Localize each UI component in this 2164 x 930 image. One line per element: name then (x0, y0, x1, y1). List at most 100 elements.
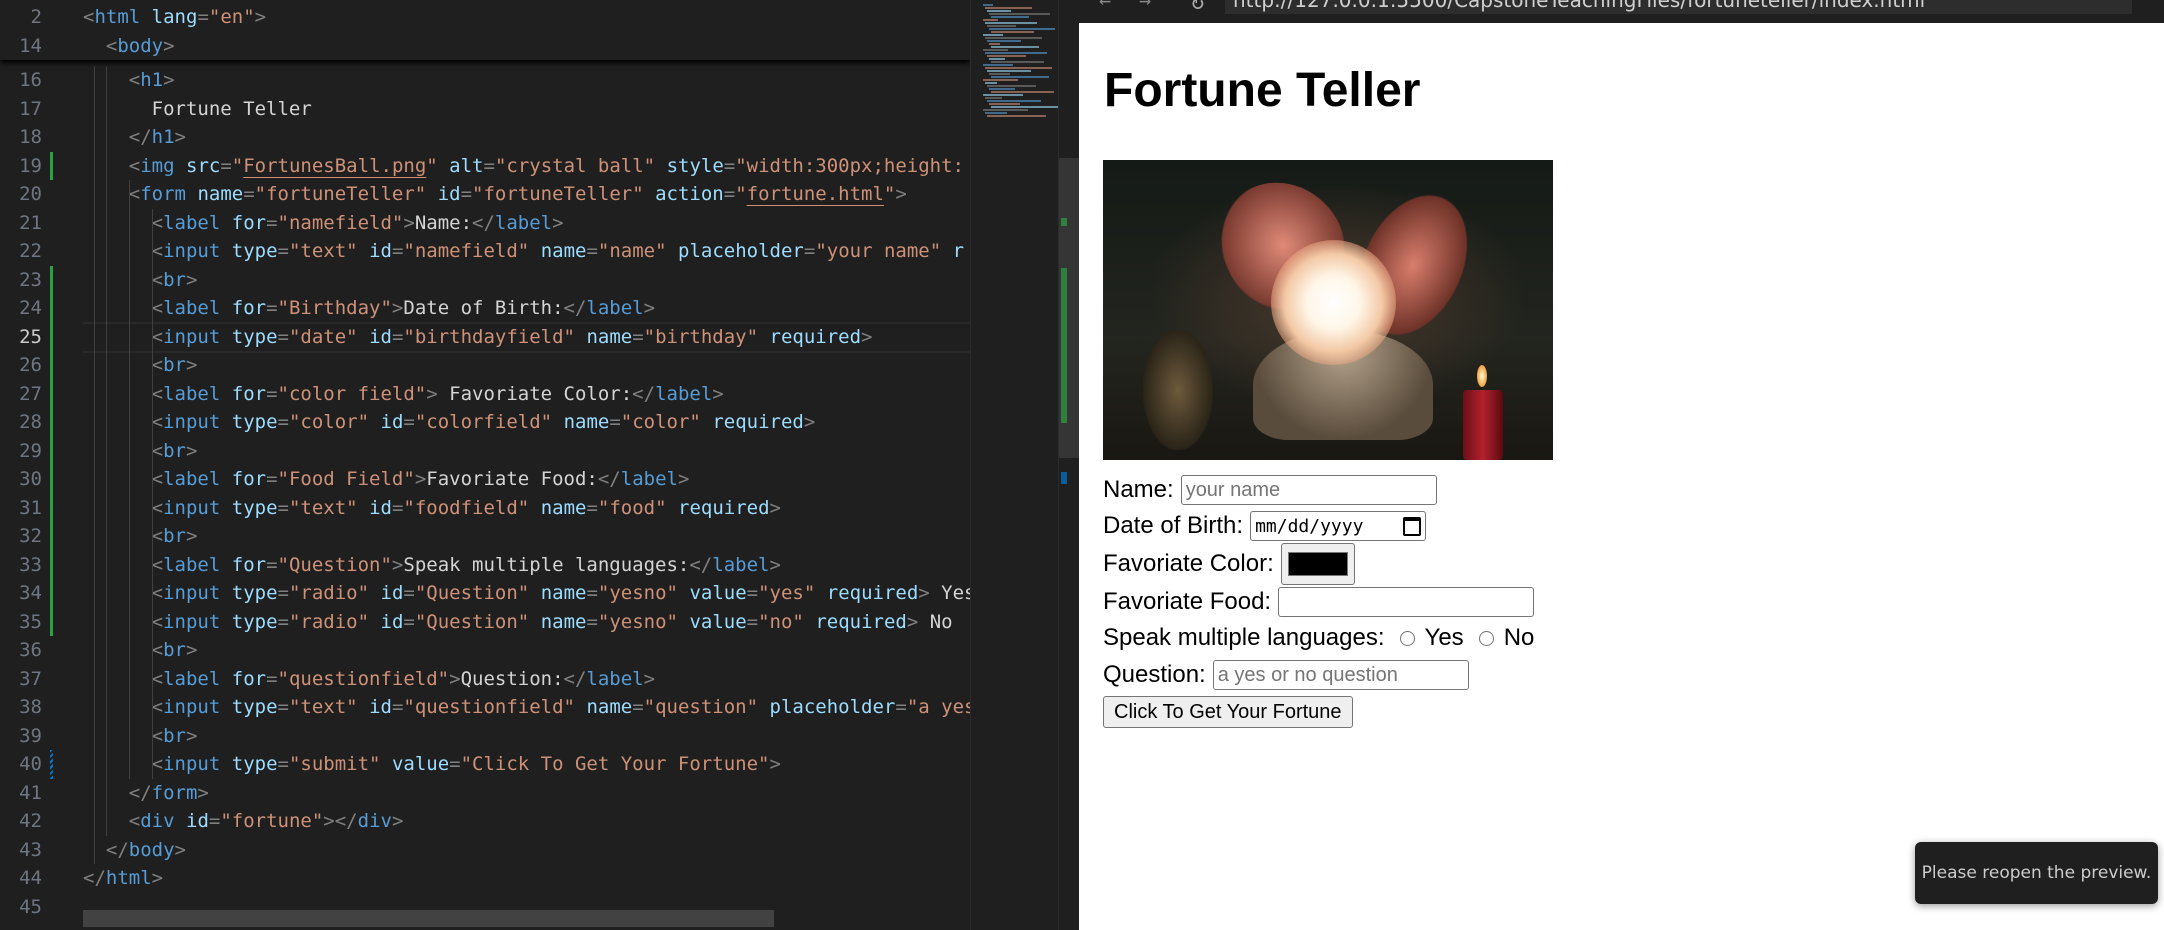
code-token: < (151, 268, 164, 291)
browser-toolbar: ← → ↻ http://127.0.0.1:5500/CapstoneTeac… (1079, 0, 2164, 23)
birthday-input[interactable]: mm/dd/yyyy (1250, 511, 1427, 541)
code-token: "crystal ball" (494, 154, 656, 177)
code-token: input (163, 411, 221, 433)
code-line[interactable]: 20 <form name="fortuneTeller" id="fortun… (0, 180, 970, 209)
code-line[interactable]: 31 <input type="text" id="foodfield" nam… (0, 494, 970, 523)
code-line[interactable]: 19 <img src="FortunesBall.png" alt="crys… (0, 152, 970, 181)
line-number: 28 (19, 411, 42, 433)
code-token: = (266, 553, 278, 576)
code-line[interactable]: 24 <label for="Birthday">Date of Birth:<… (0, 294, 970, 323)
line-code: <img src="FortunesBall.png" alt="crystal… (83, 152, 964, 181)
line-code: <label for="Question">Speak multiple lan… (83, 551, 781, 580)
change-marker (1061, 472, 1067, 484)
code-line[interactable]: 16 <h1> (0, 66, 970, 95)
code-line[interactable]: 21 <label for="namefield">Name:</label> (0, 209, 970, 238)
code-token: value (689, 582, 747, 604)
code-line[interactable]: 36 <br> (0, 636, 970, 665)
code-token: id (437, 183, 461, 205)
dob-label: Date of Birth: (1103, 512, 1244, 539)
minimap-line (987, 100, 1041, 102)
code-line[interactable]: 25 <input type="date" id="birthdayfield"… (0, 323, 970, 352)
change-marker (1061, 268, 1067, 423)
code-line[interactable]: 30 <label for="Food Field">Favoriate Foo… (0, 465, 970, 494)
code-token: < (151, 553, 164, 576)
code-line[interactable]: 2 <html lang="en"> (0, 3, 970, 32)
calendar-icon[interactable] (1403, 516, 1422, 536)
code-editor[interactable]: 2 <html lang="en"> 14 <body> 16 <h1> 17 For… (0, 0, 970, 930)
vertical-scrollbar[interactable] (1058, 0, 1080, 930)
code-line[interactable]: 43 </body> (0, 836, 970, 865)
line-code: </form> (83, 779, 209, 808)
url-text: http://127.0.0.1:5500/CapstoneTeachingFi… (1233, 0, 1926, 12)
food-input[interactable] (1278, 587, 1535, 617)
code-token: = (746, 610, 759, 633)
code-line[interactable]: 14 <body> (0, 32, 970, 61)
submit-button[interactable]: Click To Get Your Fortune (1103, 696, 1353, 728)
horizontal-scrollbar[interactable] (83, 910, 774, 927)
code-line[interactable]: 42 <div id="fortune"></div> (0, 807, 970, 836)
code-token: < (151, 411, 164, 433)
code-line[interactable]: 22 <input type="text" id="namefield" nam… (0, 237, 970, 266)
code-line[interactable]: 26 <br> (0, 351, 970, 380)
code-line[interactable]: 33 <label for="Question">Speak multiple … (0, 551, 970, 580)
line-number: 14 (19, 34, 42, 57)
line-code: <input type="date" id="birthdayfield" na… (83, 323, 873, 352)
back-icon[interactable]: ← (1099, 0, 1111, 12)
code-token: name (197, 183, 244, 205)
code-line[interactable]: 44 </html> (0, 864, 970, 893)
code-line[interactable]: 32 <br> (0, 522, 970, 551)
line-code: <br> (83, 351, 198, 380)
code-token: = (723, 154, 736, 177)
reload-icon[interactable]: ↻ (1191, 0, 1204, 15)
code-line[interactable]: 27 <label for="color field"> Favoriate C… (0, 380, 970, 409)
no-radio[interactable] (1478, 630, 1494, 646)
code-line[interactable]: 28 <input type="color" id="colorfield" n… (0, 408, 970, 437)
code-token: FortunesBall.png (243, 154, 427, 177)
minimap-line (985, 22, 1037, 24)
minimap-line (987, 70, 1031, 72)
color-picker[interactable] (1280, 543, 1355, 585)
yes-radio[interactable] (1399, 630, 1415, 646)
code-token: > (185, 639, 198, 661)
code-line[interactable]: 29 <br> (0, 437, 970, 466)
code-line[interactable]: 38 <input type="text" id="questionfield"… (0, 693, 970, 722)
code-token: = (895, 696, 907, 718)
name-input[interactable]: your name (1180, 475, 1437, 505)
code-token: "radio" (288, 582, 370, 604)
minimap-line (987, 40, 1021, 42)
url-bar[interactable]: http://127.0.0.1:5500/CapstoneTeachingFi… (1225, 0, 2132, 14)
code-line[interactable]: 23 <br> (0, 266, 970, 295)
sticky-scroll-header[interactable]: 2 <html lang="en"> 14 <body> (0, 0, 970, 60)
code-line[interactable]: 37 <label for="questionfield">Question:<… (0, 665, 970, 694)
forward-icon[interactable]: → (1139, 0, 1151, 12)
code-line[interactable]: 34 <input type="radio" id="Question" nam… (0, 579, 970, 608)
code-token: "birthdayfield" (403, 325, 575, 348)
code-token: > (163, 34, 175, 57)
minimap[interactable] (970, 0, 1059, 930)
code-line[interactable]: 41 </form> (0, 779, 970, 808)
question-input[interactable]: a yes or no question (1212, 660, 1469, 690)
question-placeholder: a yes or no question (1217, 663, 1398, 686)
code-line[interactable]: 39 <br> (0, 722, 970, 751)
code-token: < (151, 211, 164, 234)
code-token: input (163, 582, 221, 604)
minimap-line (989, 28, 1055, 30)
code-token: name (586, 325, 633, 348)
code-token: </ (128, 126, 152, 148)
code-line[interactable]: 18 </h1> (0, 123, 970, 152)
code-token: > (803, 411, 816, 433)
code-token: < (151, 496, 164, 519)
code-line[interactable]: 17 Fortune Teller (0, 95, 970, 124)
code-token: for (231, 667, 267, 690)
code-line[interactable]: 35 <input type="radio" id="Question" nam… (0, 608, 970, 637)
code-token: lang (151, 6, 198, 28)
code-line[interactable]: 40 <input type="submit" value="Click To … (0, 750, 970, 779)
code-token: > (769, 553, 781, 576)
